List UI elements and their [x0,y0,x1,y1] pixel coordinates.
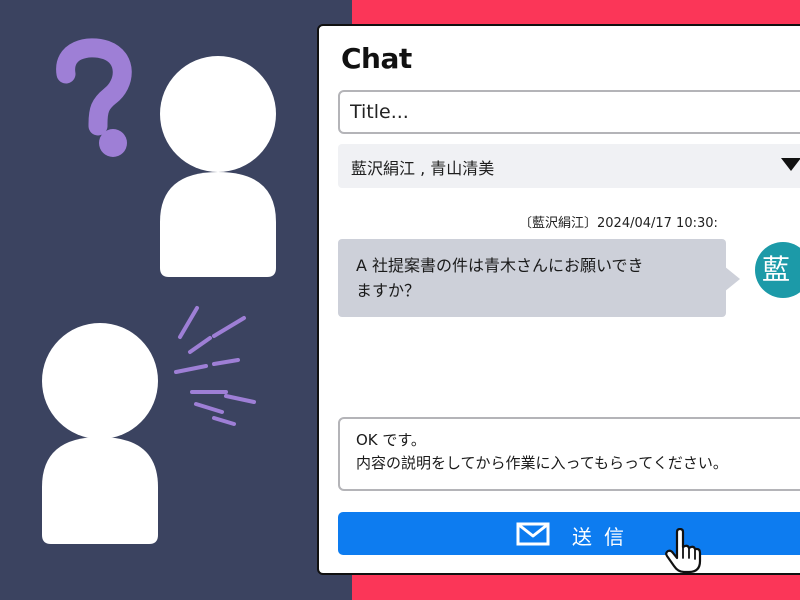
chat-title: Chat [341,42,412,75]
person-bottom-figure [42,323,158,544]
envelope-icon [516,522,550,546]
message-bubble: A 社提案書の件は青木さんにお願いできますか？ [338,239,726,317]
message-bubble-tail [724,266,740,292]
send-button-label: 送信 [572,525,636,549]
reply-input[interactable]: OK です。 内容の説明をしてから作業に入ってもらってください。 [338,417,800,491]
message-text: A 社提案書の件は青木さんにお願いできますか？ [356,256,644,300]
speech-lines-icon [174,306,256,426]
avatar: 藍 [755,242,800,298]
triangle-down-icon [781,158,800,171]
person-top-figure [160,56,276,277]
message-meta: 〔藍沢絹江〕2024/04/17 10:30: [519,216,718,231]
hand-pointer-icon [665,528,702,574]
send-button[interactable]: 送信 [338,512,800,555]
stage: Chat 藍沢絹江 , 青山清美 〔藍沢絹江〕2024/04/17 10:30:… [0,0,800,600]
illustration [42,38,276,544]
recipient-select-value: 藍沢絹江 , 青山清美 [351,159,495,178]
chat-window: Chat 藍沢絹江 , 青山清美 〔藍沢絹江〕2024/04/17 10:30:… [317,24,800,575]
question-mark-icon [56,38,132,157]
recipient-select[interactable]: 藍沢絹江 , 青山清美 [338,144,800,188]
title-input[interactable] [338,90,800,134]
